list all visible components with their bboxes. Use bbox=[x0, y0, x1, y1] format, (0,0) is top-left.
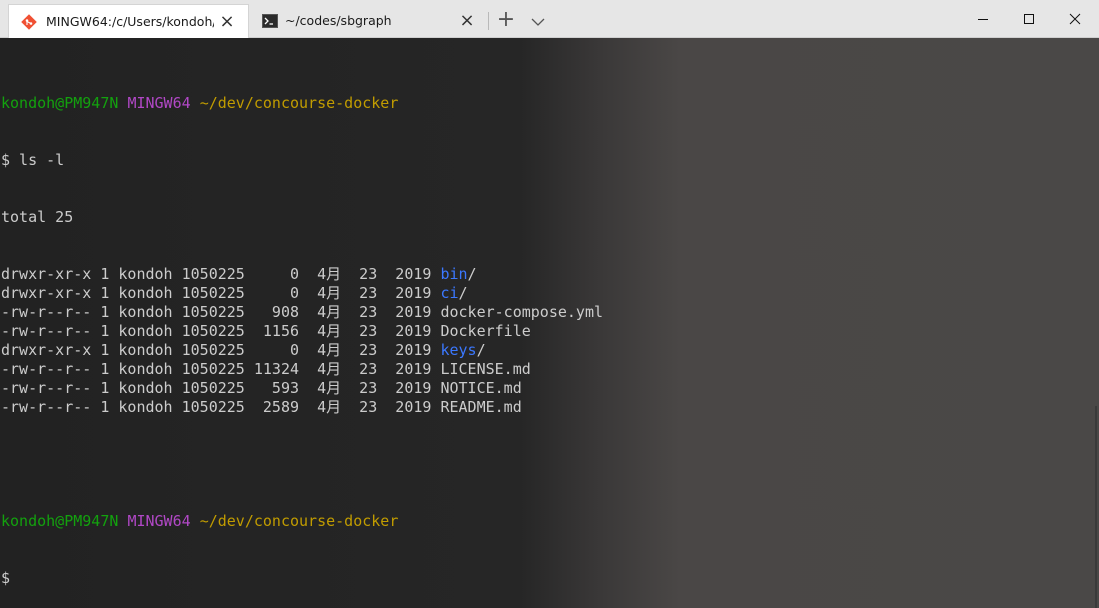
listing-suffix: / bbox=[467, 265, 477, 283]
cursor-line[interactable]: $ bbox=[1, 569, 603, 588]
new-tab-button[interactable]: + bbox=[494, 9, 518, 33]
prompt-line: kondoh@PM947N MINGW64 ~/dev/concourse-do… bbox=[1, 512, 603, 531]
prompt-shell: MINGW64 bbox=[127, 94, 191, 112]
close-window-button[interactable] bbox=[1052, 0, 1098, 38]
listing-row: -rw-r--r-- 1 kondoh 1050225 1156 4月 23 2… bbox=[1, 322, 603, 341]
tab-sbgraph[interactable]: ~/codes/sbgraph × bbox=[250, 4, 488, 38]
listing-file-name: Dockerfile bbox=[440, 322, 531, 340]
terminal-pane[interactable]: kondoh@PM947N MINGW64 ~/dev/concourse-do… bbox=[0, 38, 1099, 608]
chevron-down-icon[interactable] bbox=[528, 12, 548, 32]
listing-meta: -rw-r--r-- 1 kondoh 1050225 1156 4月 23 2… bbox=[1, 322, 441, 340]
terminal-output: kondoh@PM947N MINGW64 ~/dev/concourse-do… bbox=[1, 56, 603, 608]
prompt-path: ~/dev/concourse-docker bbox=[199, 512, 399, 530]
close-tab-icon[interactable]: × bbox=[458, 12, 476, 30]
scrollbar[interactable] bbox=[1095, 406, 1097, 608]
tab-label: ~/codes/sbgraph bbox=[285, 13, 392, 28]
listing-meta: -rw-r--r-- 1 kondoh 1050225 11324 4月 23 … bbox=[1, 360, 441, 378]
tab-mingw64[interactable]: MINGW64:/c/Users/kondoh/dev × bbox=[8, 4, 249, 38]
listing-dir-name: bin bbox=[440, 265, 468, 283]
listing-row: drwxr-xr-x 1 kondoh 1050225 0 4月 23 2019… bbox=[1, 341, 603, 360]
prompt-path: ~/dev/concourse-docker bbox=[199, 94, 399, 112]
listing-row: drwxr-xr-x 1 kondoh 1050225 0 4月 23 2019… bbox=[1, 284, 603, 303]
minimize-icon bbox=[978, 19, 988, 20]
close-tab-icon[interactable]: × bbox=[218, 13, 236, 31]
listing: drwxr-xr-x 1 kondoh 1050225 0 4月 23 2019… bbox=[1, 265, 603, 417]
command-line: $ ls -l bbox=[1, 151, 65, 169]
listing-meta: drwxr-xr-x 1 kondoh 1050225 0 4月 23 2019 bbox=[1, 341, 441, 359]
total-line: total 25 bbox=[1, 208, 74, 226]
listing-file-name: docker-compose.yml bbox=[440, 303, 604, 321]
listing-file-name: README.md bbox=[440, 398, 522, 416]
listing-meta: -rw-r--r-- 1 kondoh 1050225 2589 4月 23 2… bbox=[1, 398, 441, 416]
close-icon bbox=[1069, 13, 1081, 25]
prompt-shell: MINGW64 bbox=[127, 512, 191, 530]
listing-row: -rw-r--r-- 1 kondoh 1050225 11324 4月 23 … bbox=[1, 360, 603, 379]
listing-row: drwxr-xr-x 1 kondoh 1050225 0 4月 23 2019… bbox=[1, 265, 603, 284]
title-bar: MINGW64:/c/Users/kondoh/dev × ~/codes/sb… bbox=[0, 0, 1099, 38]
listing-row: -rw-r--r-- 1 kondoh 1050225 908 4月 23 20… bbox=[1, 303, 603, 322]
listing-suffix: / bbox=[476, 341, 486, 359]
listing-row: -rw-r--r-- 1 kondoh 1050225 2589 4月 23 2… bbox=[1, 398, 603, 417]
listing-file-name: NOTICE.md bbox=[440, 379, 522, 397]
listing-meta: -rw-r--r-- 1 kondoh 1050225 593 4月 23 20… bbox=[1, 379, 441, 397]
listing-meta: drwxr-xr-x 1 kondoh 1050225 0 4月 23 2019 bbox=[1, 284, 441, 302]
listing-row: -rw-r--r-- 1 kondoh 1050225 593 4月 23 20… bbox=[1, 379, 603, 398]
listing-meta: drwxr-xr-x 1 kondoh 1050225 0 4月 23 2019 bbox=[1, 265, 441, 283]
terminal-icon bbox=[262, 13, 278, 29]
prompt-line: kondoh@PM947N MINGW64 ~/dev/concourse-do… bbox=[1, 94, 603, 113]
maximize-icon bbox=[1024, 14, 1034, 24]
tab-label: MINGW64:/c/Users/kondoh/dev bbox=[46, 14, 214, 29]
listing-file-name: LICENSE.md bbox=[440, 360, 531, 378]
git-diamond-icon bbox=[21, 14, 37, 30]
prompt-user-host: kondoh@PM947N bbox=[1, 94, 119, 112]
maximize-button[interactable] bbox=[1006, 0, 1052, 38]
tab-separator bbox=[488, 12, 489, 30]
minimize-button[interactable] bbox=[960, 0, 1006, 38]
listing-dir-name: keys bbox=[440, 341, 477, 359]
listing-dir-name: ci bbox=[440, 284, 459, 302]
prompt-user-host: kondoh@PM947N bbox=[1, 512, 119, 530]
listing-meta: -rw-r--r-- 1 kondoh 1050225 908 4月 23 20… bbox=[1, 303, 441, 321]
listing-suffix: / bbox=[458, 284, 468, 302]
